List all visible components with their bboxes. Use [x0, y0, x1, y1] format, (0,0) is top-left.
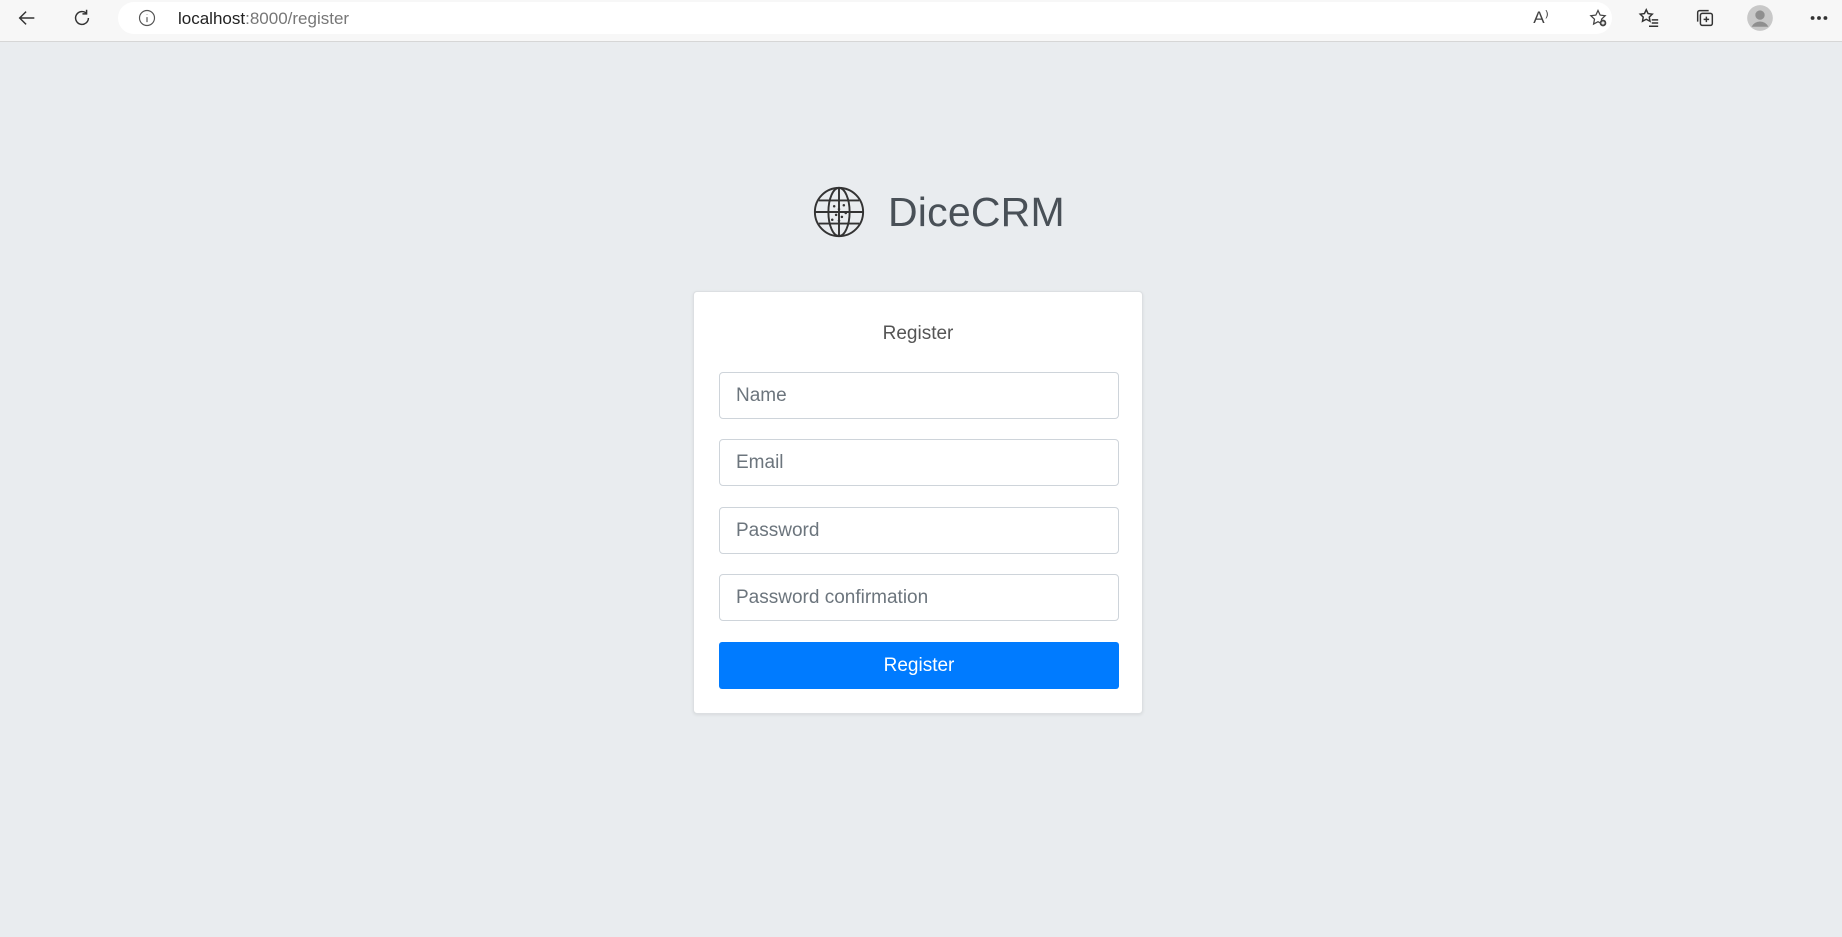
name-input[interactable] — [719, 372, 1119, 419]
info-icon — [138, 9, 156, 27]
address-bar[interactable]: localhost:8000/register A⁾ — [118, 2, 1612, 34]
browser-toolbar: localhost:8000/register A⁾ — [0, 0, 1842, 42]
url-path: :8000/register — [245, 9, 350, 28]
brand-logo: DiceCRM — [812, 184, 1065, 240]
site-info-button[interactable] — [136, 7, 158, 29]
collections-button[interactable] — [1686, 2, 1724, 34]
refresh-icon — [74, 9, 90, 26]
refresh-button[interactable] — [63, 2, 101, 34]
back-button[interactable] — [8, 2, 46, 34]
collections-icon — [1696, 9, 1714, 27]
star-plus-icon — [1589, 9, 1607, 27]
favorites-icon — [1638, 8, 1659, 27]
more-button[interactable] — [1800, 2, 1838, 34]
more-icon — [1810, 16, 1828, 20]
arrow-left-icon — [18, 11, 35, 25]
profile-icon — [1747, 5, 1773, 31]
add-favorite-button[interactable] — [1583, 6, 1613, 30]
read-aloud-icon: A⁾ — [1533, 8, 1549, 27]
email-input[interactable] — [719, 439, 1119, 486]
url-host: localhost — [178, 9, 246, 28]
brand-name: DiceCRM — [888, 188, 1065, 235]
register-button[interactable]: Register — [719, 642, 1119, 689]
favorites-button[interactable] — [1630, 2, 1668, 34]
password-input[interactable] — [719, 507, 1119, 554]
register-card: Register Register — [693, 291, 1143, 714]
read-aloud-button[interactable]: A⁾ — [1526, 6, 1556, 30]
profile-button[interactable] — [1741, 2, 1779, 34]
globe-icon — [813, 186, 865, 238]
password-confirmation-input[interactable] — [719, 574, 1119, 621]
form-title: Register — [882, 323, 954, 344]
url-text[interactable]: localhost:8000/register — [178, 9, 349, 29]
